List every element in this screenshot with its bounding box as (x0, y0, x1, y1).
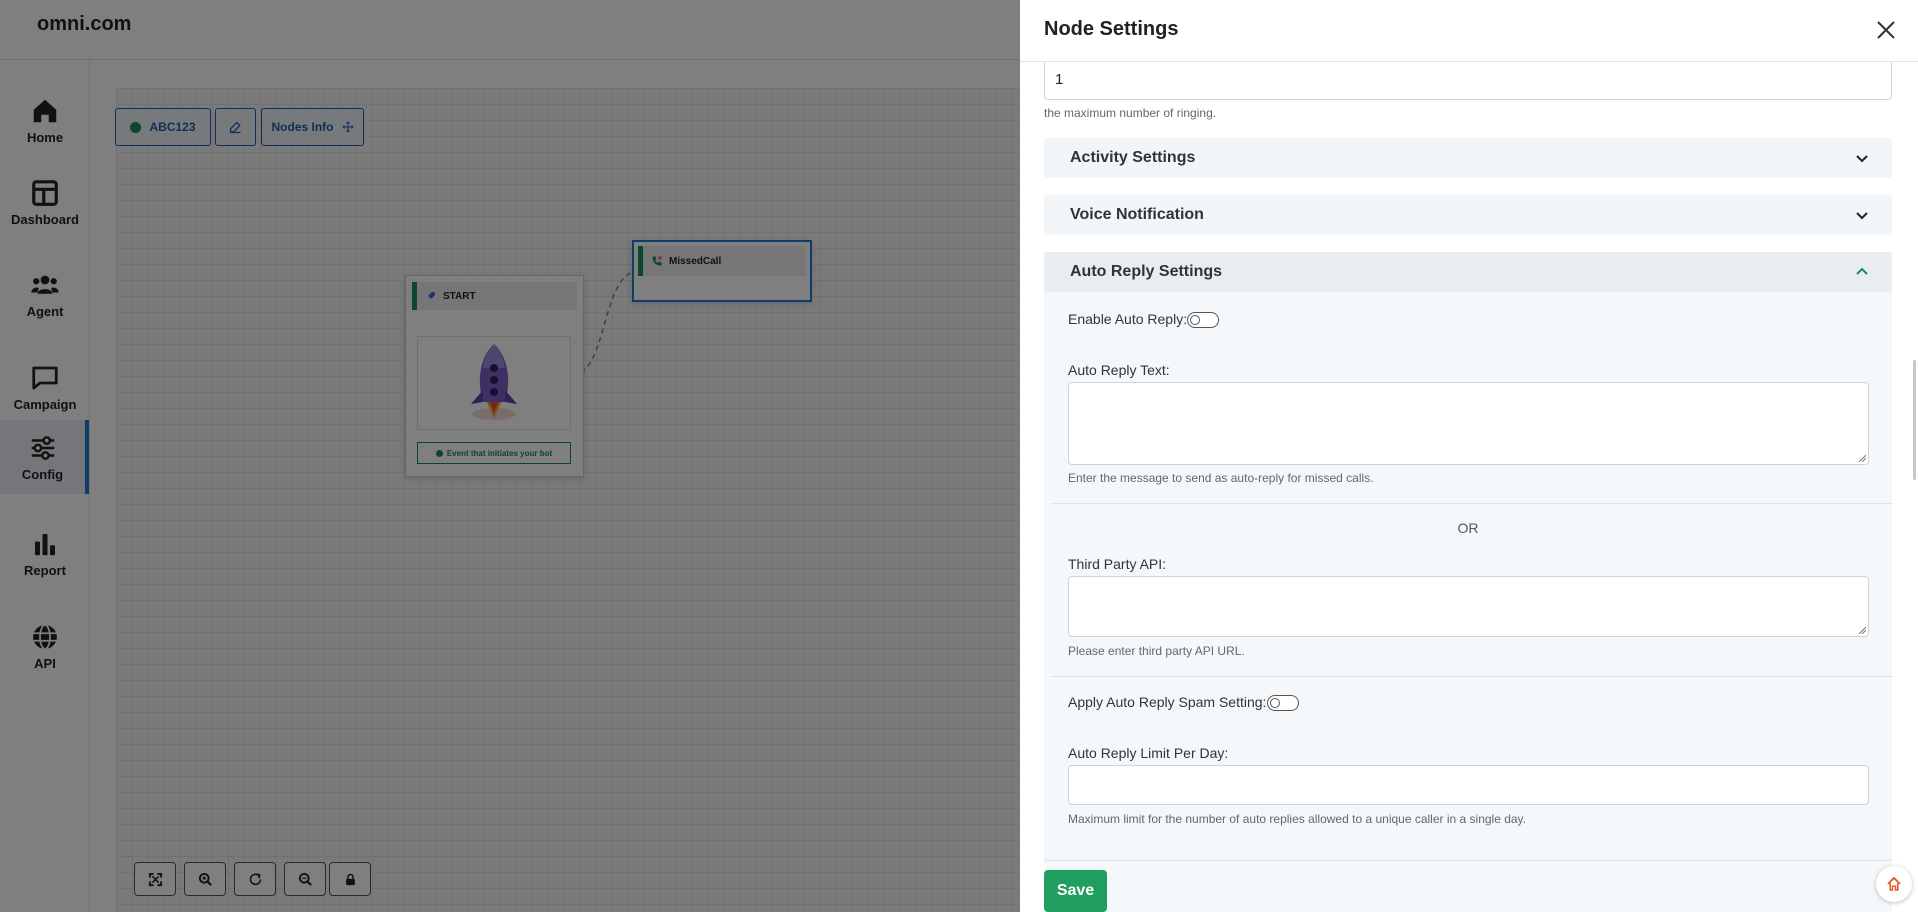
auto-reply-text-help: Enter the message to send as auto-reply … (1068, 471, 1374, 485)
third-party-api-help: Please enter third party API URL. (1068, 644, 1245, 658)
activity-settings-title: Activity Settings (1070, 149, 1196, 166)
close-icon (1877, 21, 1895, 39)
auto-reply-settings-header[interactable]: Auto Reply Settings (1044, 252, 1892, 292)
max-ring-input[interactable]: 1 (1044, 58, 1892, 100)
max-ring-value: 1 (1055, 70, 1064, 88)
voice-notification-accordion[interactable]: Voice Notification (1044, 195, 1892, 235)
enable-auto-reply-label: Enable Auto Reply: (1068, 311, 1188, 327)
drawer-scrollbar[interactable] (1913, 360, 1916, 480)
node-settings-drawer: Node Settings 1 the maximum number of ri… (1020, 0, 1918, 912)
auto-reply-settings-title: Auto Reply Settings (1070, 263, 1223, 280)
spam-setting-toggle[interactable] (1267, 695, 1299, 711)
voice-notification-title: Voice Notification (1070, 206, 1204, 223)
resize-handle-icon (1858, 626, 1866, 634)
auto-reply-text-input[interactable] (1068, 382, 1869, 465)
resize-handle-icon (1858, 454, 1866, 462)
limit-per-day-help: Maximum limit for the number of auto rep… (1068, 812, 1527, 826)
max-ring-help: the maximum number of ringing. (1044, 106, 1217, 120)
drawer-body: 1 the maximum number of ringing. Activit… (1020, 58, 1918, 912)
activity-settings-accordion[interactable]: Activity Settings (1044, 138, 1892, 178)
or-separator: OR (1457, 520, 1479, 536)
chevron-up-icon (1856, 267, 1868, 275)
close-button[interactable] (1873, 17, 1899, 43)
drawer-title: Node Settings (1044, 18, 1179, 40)
chevron-down-icon (1856, 155, 1868, 163)
chevron-down-icon (1856, 212, 1868, 220)
divider (1051, 676, 1893, 677)
divider (1044, 860, 1892, 861)
home-up-icon (1887, 876, 1901, 891)
limit-per-day-input[interactable] (1068, 765, 1869, 805)
third-party-api-input[interactable] (1068, 576, 1869, 637)
drawer-header: Node Settings (1020, 0, 1918, 62)
third-party-api-label: Third Party API: (1068, 556, 1167, 572)
divider (1051, 503, 1893, 504)
scroll-top-button[interactable] (1876, 866, 1912, 902)
enable-auto-reply-toggle[interactable] (1187, 312, 1219, 328)
spam-setting-label: Apply Auto Reply Spam Setting: (1068, 694, 1267, 710)
save-button[interactable]: Save (1044, 870, 1107, 912)
auto-reply-text-label: Auto Reply Text: (1068, 362, 1170, 378)
limit-per-day-label: Auto Reply Limit Per Day: (1068, 745, 1229, 761)
